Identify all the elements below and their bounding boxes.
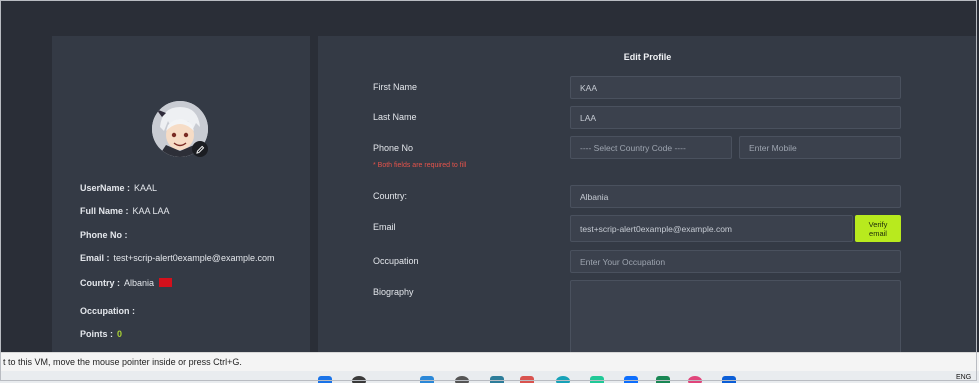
last-name-label: Last Name: [373, 112, 417, 122]
required-note: * Both fields are required to fill: [373, 162, 467, 169]
occupation-label: Occupation: [373, 256, 419, 266]
summary-username-row: UserName : KAAL: [80, 183, 157, 193]
biography-label: Biography: [373, 287, 414, 297]
taskbar-app-icon[interactable]: [722, 376, 736, 383]
avatar-container: [152, 101, 208, 157]
verify-label-line1: Verify: [868, 219, 888, 229]
phone-label: Phone No: [373, 143, 414, 153]
country-code-select[interactable]: ---- Select Country Code ----: [570, 136, 732, 159]
taskbar: ENG: [0, 371, 979, 383]
fullname-label: Full Name :: [80, 206, 129, 216]
username-label: UserName :: [80, 183, 131, 193]
search-icon[interactable]: [352, 376, 366, 383]
taskbar-app-icon[interactable]: [688, 376, 702, 383]
fullname-value: KAA LAA: [132, 206, 170, 216]
biography-textarea[interactable]: [570, 280, 901, 354]
pencil-icon: [195, 145, 204, 154]
vm-hint-bar: t to this VM, move the mouse pointer ins…: [0, 352, 979, 371]
points-label: Points :: [80, 329, 113, 339]
verify-email-button[interactable]: Verify email: [855, 215, 901, 242]
mobile-input[interactable]: Enter Mobile: [739, 136, 901, 159]
taskbar-app-icon[interactable]: [656, 376, 670, 383]
summary-email-row: Email : test+scrip-alert0example@example.…: [80, 253, 274, 263]
language-indicator[interactable]: ENG: [956, 374, 971, 381]
edit-avatar-button[interactable]: [192, 141, 208, 157]
email-value: test+scrip-alert0example@example.com: [113, 253, 275, 263]
edit-profile-card: Edit Profile First Name KAA Last Name LA…: [318, 36, 977, 354]
email-label: Email :: [80, 253, 110, 263]
first-name-label: First Name: [373, 82, 418, 92]
email-label: Email: [373, 222, 396, 232]
albania-flag-icon: [159, 278, 173, 288]
points-value: 0: [117, 329, 123, 339]
occupation-label: Occupation :: [80, 306, 136, 316]
summary-country-row: Country : Albania: [80, 278, 173, 288]
country-select[interactable]: Albania: [570, 185, 901, 208]
last-name-input[interactable]: LAA: [570, 106, 901, 129]
taskbar-app-icon[interactable]: [520, 376, 534, 383]
taskbar-app-icon[interactable]: [420, 376, 434, 383]
left-gutter: [0, 36, 52, 352]
username-value: KAAL: [134, 183, 158, 193]
summary-phone-row: Phone No :: [80, 230, 128, 240]
summary-fullname-row: Full Name : KAA LAA: [80, 206, 170, 216]
taskbar-app-icon[interactable]: [556, 376, 570, 383]
summary-occupation-row: Occupation :: [80, 306, 135, 316]
profile-summary-card: UserName : KAAL Full Name : KAA LAA Phone …: [52, 36, 310, 352]
top-band: [0, 0, 979, 36]
vm-hint-text: t to this VM, move the mouse pointer ins…: [3, 357, 242, 367]
phone-label: Phone No :: [80, 230, 128, 240]
occupation-input[interactable]: Enter Your Occupation: [570, 250, 901, 273]
first-name-input[interactable]: KAA: [570, 76, 901, 99]
country-label: Country :: [80, 278, 120, 288]
country-label: Country:: [373, 191, 408, 201]
taskbar-app-icon[interactable]: [590, 376, 604, 383]
start-icon[interactable]: [318, 376, 332, 383]
page-title: Edit Profile: [623, 52, 672, 62]
country-value: Albania: [124, 278, 155, 288]
taskbar-app-icon[interactable]: [624, 376, 638, 383]
summary-points-row: Points : 0: [80, 329, 122, 339]
email-input[interactable]: test+scrip-alert0example@example.com: [570, 215, 853, 242]
taskbar-app-icon[interactable]: [455, 376, 469, 383]
verify-label-line2: email: [869, 228, 887, 238]
taskbar-app-icon[interactable]: [490, 376, 504, 383]
